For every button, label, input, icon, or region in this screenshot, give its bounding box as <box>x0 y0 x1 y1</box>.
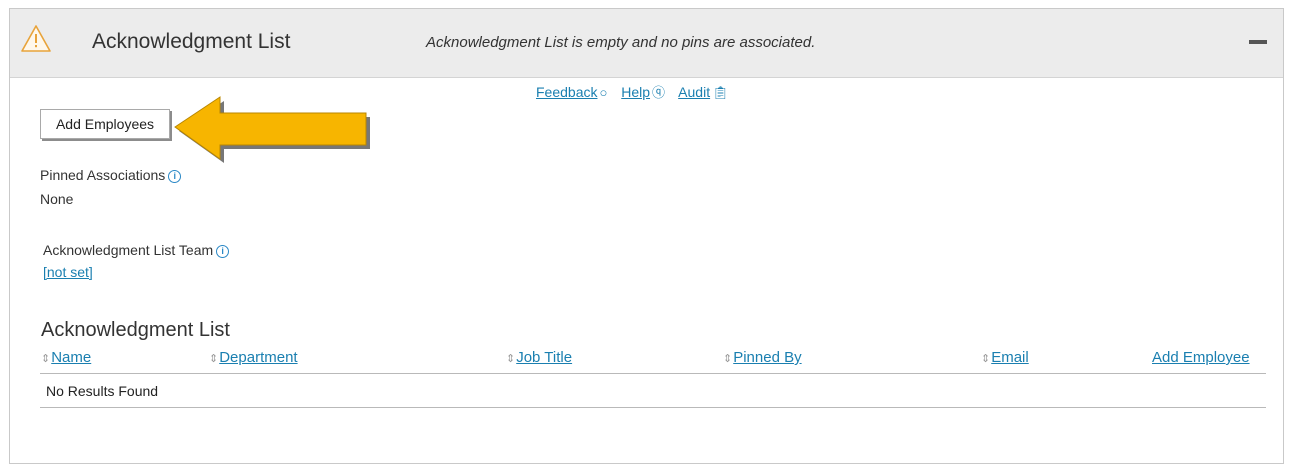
panel-title: Acknowledgment List <box>92 30 291 53</box>
pinned-associations-label: Pinned Associations i <box>40 167 182 183</box>
column-job-title-label[interactable]: Job Title <box>516 349 572 366</box>
sort-icon: ⇕ <box>723 353 733 365</box>
feedback-link[interactable]: Feedback ○ <box>536 84 607 100</box>
speech-bubble-icon: ○ <box>599 85 608 100</box>
sort-icon: ⇕ <box>41 353 51 365</box>
question-circle-icon: ⓠ <box>652 85 666 100</box>
sort-icon: ⇕ <box>506 353 516 365</box>
column-header-department[interactable]: ⇕Department <box>209 349 298 366</box>
table-bottom-divider <box>40 407 1266 408</box>
pinned-associations-value: None <box>40 191 74 207</box>
feedback-label: Feedback <box>536 84 598 100</box>
column-name-label[interactable]: Name <box>51 349 91 366</box>
help-label: Help <box>621 84 651 100</box>
sort-icon: ⇕ <box>981 353 991 365</box>
status-message: Acknowledgment List is empty and no pins… <box>426 34 816 51</box>
list-team-label: Acknowledgment List Team i <box>43 242 230 258</box>
table-header-divider <box>40 373 1266 374</box>
column-header-pinned-by[interactable]: ⇕Pinned By <box>723 349 802 366</box>
add-employees-button[interactable]: Add Employees <box>40 109 170 139</box>
info-icon[interactable]: i <box>216 245 230 258</box>
audit-label: Audit <box>678 84 711 100</box>
list-team-not-set-link[interactable]: [not set] <box>43 264 93 280</box>
yellow-arrow-pointer <box>174 96 370 163</box>
column-email-label[interactable]: Email <box>991 349 1029 366</box>
column-header-name[interactable]: ⇕Name <box>41 349 91 366</box>
add-employee-link-container[interactable]: Add Employee <box>1152 349 1250 366</box>
add-employee-link[interactable]: Add Employee <box>1152 349 1250 366</box>
table-title: Acknowledgment List <box>41 319 230 341</box>
audit-link[interactable]: Audit 📋︎ <box>678 84 728 100</box>
top-links: Feedback ○ Help ⓠ Audit 📋︎ <box>536 82 739 101</box>
column-pinned-by-label[interactable]: Pinned By <box>733 349 801 366</box>
warning-icon <box>21 25 51 52</box>
clipboard-icon: 📋︎ <box>712 85 729 100</box>
info-icon[interactable]: i <box>168 170 182 183</box>
sort-icon: ⇕ <box>209 353 219 365</box>
empty-results-text: No Results Found <box>46 383 159 399</box>
help-link[interactable]: Help ⓠ <box>621 84 665 100</box>
list-team-text: Acknowledgment List Team <box>43 242 214 258</box>
pinned-associations-text: Pinned Associations <box>40 167 166 183</box>
column-header-email[interactable]: ⇕Email <box>981 349 1029 366</box>
collapse-minus-icon[interactable] <box>1249 40 1267 44</box>
column-department-label[interactable]: Department <box>219 349 297 366</box>
panel-header: Acknowledgment List Acknowledgment List … <box>10 9 1283 78</box>
column-header-job-title[interactable]: ⇕Job Title <box>506 349 572 366</box>
acknowledgment-panel: Acknowledgment List Acknowledgment List … <box>9 8 1284 464</box>
